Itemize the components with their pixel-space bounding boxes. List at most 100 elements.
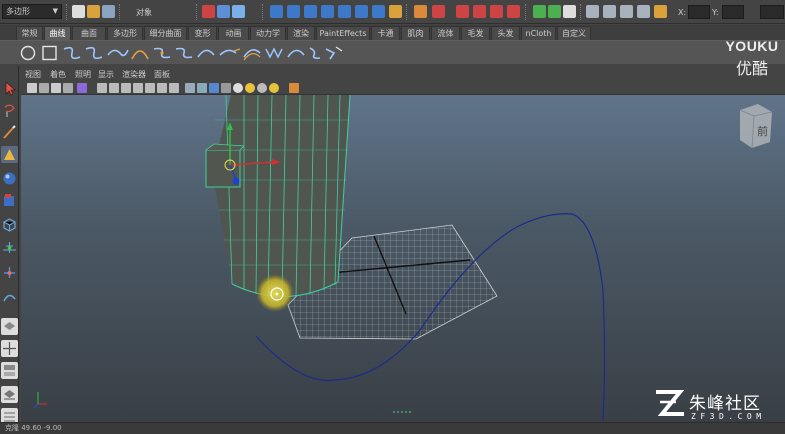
shading-menu[interactable]: 着色 <box>50 69 66 80</box>
smooth-shade-icon[interactable] <box>197 83 207 93</box>
tab-custom[interactable]: 自定义 <box>557 26 591 40</box>
offset-curve-icon[interactable] <box>243 49 261 61</box>
pivot-icon[interactable] <box>654 5 667 18</box>
square-curve-icon[interactable] <box>42 45 57 61</box>
tab-deformation[interactable]: 变形 <box>188 26 217 40</box>
film-gate-icon[interactable] <box>109 83 119 93</box>
open-scene-icon[interactable] <box>87 5 100 18</box>
gate-mask-icon[interactable] <box>133 83 143 93</box>
scale-tool-button[interactable] <box>1 192 18 209</box>
snap-surface-icon[interactable] <box>355 5 368 18</box>
all-lights-icon[interactable] <box>245 83 255 93</box>
arc-tool-icon[interactable] <box>131 50 149 60</box>
ep-curve-icon[interactable] <box>85 46 103 60</box>
select-camera-icon[interactable] <box>27 83 37 93</box>
field-chart-icon[interactable] <box>145 83 155 93</box>
cv-curve-icon[interactable] <box>63 46 81 60</box>
attribute-editor-icon[interactable] <box>533 5 546 18</box>
new-scene-icon[interactable] <box>72 5 85 18</box>
attach-curves-icon[interactable] <box>153 47 171 59</box>
tab-fluids[interactable]: 流体 <box>431 26 460 40</box>
tab-surfaces[interactable]: 曲面 <box>72 26 106 40</box>
extend-curve-icon[interactable] <box>219 48 241 56</box>
help-icon[interactable] <box>389 5 402 18</box>
move-tool-button[interactable] <box>1 146 18 163</box>
resolution-gate-icon[interactable] <box>121 83 131 93</box>
last-tool-button[interactable] <box>1 288 18 305</box>
make-live-icon[interactable] <box>372 5 385 18</box>
save-scene-icon[interactable] <box>102 5 115 18</box>
tab-painteffects[interactable]: PaintEffects <box>316 26 370 40</box>
tab-toon[interactable]: 卡通 <box>371 26 400 40</box>
show-manipulator-button[interactable] <box>1 264 18 281</box>
persp-graph-layout-button[interactable] <box>1 362 18 379</box>
ipr-render-icon[interactable] <box>473 5 486 18</box>
selection-mode-label[interactable]: 对象 <box>136 7 152 18</box>
safe-action-icon[interactable] <box>157 83 167 93</box>
fillet-curve-icon[interactable] <box>309 47 321 59</box>
show-menu[interactable]: 显示 <box>98 69 114 80</box>
lasso-tool-button[interactable] <box>1 102 18 119</box>
input-lock-icon[interactable] <box>414 5 427 18</box>
isolate-select-icon[interactable] <box>289 83 299 93</box>
wireframe-on-shaded-icon[interactable] <box>209 83 219 93</box>
history-icon[interactable] <box>432 5 445 18</box>
paint-select-button[interactable] <box>1 124 18 141</box>
grid-toggle-icon[interactable] <box>97 83 107 93</box>
camera-icon[interactable] <box>586 5 599 18</box>
tab-rendering[interactable]: 渲染 <box>287 26 315 40</box>
cylinder-mesh[interactable] <box>206 95 351 298</box>
tab-dynamics[interactable]: 动力学 <box>250 26 286 40</box>
y-coord-field[interactable] <box>722 5 744 19</box>
channel-box-icon[interactable] <box>563 5 576 18</box>
tab-curves[interactable]: 曲线 <box>44 26 71 40</box>
render-frame-icon[interactable] <box>456 5 469 18</box>
manipulator-tool-button[interactable] <box>1 216 18 233</box>
snap-curve-icon[interactable] <box>287 5 300 18</box>
panels-menu[interactable]: 面板 <box>154 69 170 80</box>
tab-ncloth[interactable]: nCloth <box>521 26 556 40</box>
loft-icon[interactable] <box>325 46 343 60</box>
tab-muscle[interactable]: 肌肉 <box>401 26 430 40</box>
tab-subdivs[interactable]: 细分曲面 <box>144 26 187 40</box>
select-hierarchy-icon[interactable] <box>202 5 215 18</box>
tab-general[interactable]: 常规 <box>16 26 43 40</box>
four-view-layout-button[interactable] <box>1 340 18 357</box>
tab-fur[interactable]: 毛发 <box>461 26 490 40</box>
rebuild-curve-icon[interactable] <box>265 47 283 59</box>
scale-icon[interactable] <box>637 5 650 18</box>
perspective-viewport[interactable]: 前 <box>21 95 785 422</box>
wireframe-icon[interactable] <box>185 83 195 93</box>
tab-hair[interactable]: 头发 <box>491 26 520 40</box>
insert-knot-icon[interactable] <box>197 49 215 58</box>
persp-outliner-layout-button[interactable] <box>1 386 18 403</box>
rotate-tool-button[interactable] <box>1 170 18 187</box>
camera-attributes-icon[interactable] <box>39 83 49 93</box>
tool-settings-icon[interactable] <box>548 5 561 18</box>
single-perspective-layout-button[interactable] <box>1 318 18 335</box>
render-settings-icon[interactable] <box>490 5 503 18</box>
transform-icon[interactable] <box>603 5 616 18</box>
safe-title-icon[interactable] <box>169 83 179 93</box>
snap-view-plane-icon[interactable] <box>321 5 334 18</box>
detach-curves-icon[interactable] <box>175 47 193 59</box>
soft-mod-tool-button[interactable] <box>1 238 18 255</box>
snap-live-icon[interactable] <box>338 5 351 18</box>
reverse-curve-icon[interactable] <box>287 49 305 58</box>
renderer-menu[interactable]: 渲染器 <box>122 69 146 80</box>
tab-animation[interactable]: 动画 <box>218 26 249 40</box>
menu-set-dropdown[interactable]: 多边形 ▼ <box>2 4 62 19</box>
x-coord-field[interactable] <box>688 5 710 19</box>
hypershade-icon[interactable] <box>507 5 520 18</box>
select-component-icon[interactable] <box>232 5 245 18</box>
rotate-icon[interactable] <box>620 5 633 18</box>
xray-icon[interactable] <box>221 83 231 93</box>
hotbox-icon[interactable] <box>77 83 87 93</box>
circle-curve-icon[interactable] <box>20 45 36 61</box>
hardware-texturing-icon[interactable] <box>269 83 279 93</box>
default-lighting-icon[interactable] <box>233 83 243 93</box>
z-coord-field[interactable] <box>760 5 784 19</box>
snap-grid-icon[interactable] <box>270 5 283 18</box>
pencil-curve-icon[interactable] <box>107 49 129 57</box>
snap-point-icon[interactable] <box>304 5 317 18</box>
